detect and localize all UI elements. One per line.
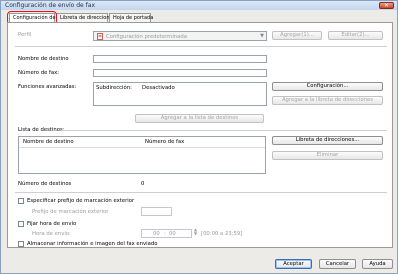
- destination-name-input[interactable]: [93, 55, 267, 63]
- profile-add-button[interactable]: Agregar(1)...: [272, 31, 322, 40]
- title-bar: Configuración de envío de fax ✕: [1, 1, 397, 10]
- send-time-minute: 00: [169, 231, 176, 237]
- destination-count-label: Número de destinos: [18, 181, 72, 187]
- send-time-checkbox-label: Fijar hora de envío: [27, 221, 77, 227]
- cancel-button[interactable]: Cancelar: [319, 259, 356, 269]
- tab-address-book[interactable]: Libreta de direcciones: [56, 13, 115, 22]
- header-divider: [19, 147, 265, 148]
- profile-select[interactable]: Configuración predeterminada ▼: [93, 31, 267, 41]
- delete-button[interactable]: Eliminar: [272, 151, 383, 160]
- advanced-summary: Subdirección: Desactivado: [93, 82, 267, 106]
- send-time-hour: 00: [153, 231, 160, 237]
- destination-list-label: Lista de destinos:: [18, 127, 65, 133]
- time-spinner-icon[interactable]: ▲ ▼: [194, 228, 197, 236]
- destination-name-label: Nombre de destino: [18, 56, 69, 62]
- send-time-checkbox[interactable]: [18, 221, 24, 227]
- prefix-field-label: Prefijo de marcación exterior: [32, 209, 109, 215]
- send-time-label: Hora de envío:: [32, 231, 71, 237]
- profile-label: Perfil: [18, 32, 32, 38]
- help-button[interactable]: Ayuda: [362, 259, 393, 269]
- profile-edit-button[interactable]: Editar(2)...: [328, 31, 383, 40]
- destination-count-value: 0: [141, 181, 145, 187]
- prefix-checkbox-label: Especificar prefijo de marcación exterio…: [27, 198, 135, 204]
- fax-number-label: Número de fax:: [18, 70, 60, 76]
- send-time-input[interactable]: 00 : 00: [141, 229, 192, 238]
- configuration-button[interactable]: Configuración...: [272, 82, 383, 91]
- window-title: Configuración de envío de fax: [5, 2, 95, 9]
- store-info-label: Almacenar información e imagen del fax e…: [27, 241, 158, 247]
- time-separator: :: [164, 231, 166, 237]
- document-icon: [97, 33, 103, 40]
- fax-settings-dialog: Configuración de envío de fax ✕ Configur…: [0, 0, 398, 274]
- column-header-fax[interactable]: Número de fax: [145, 139, 184, 145]
- subdireccion-value: Desactivado: [142, 85, 175, 91]
- add-to-address-book-button[interactable]: Agregar a la libreta de direcciones: [272, 96, 383, 105]
- divider: [15, 46, 387, 47]
- advanced-label: Funciones avanzadas:: [18, 84, 77, 90]
- prefix-input[interactable]: [141, 207, 172, 216]
- subdireccion-label: Subdirección:: [96, 85, 132, 91]
- fax-number-input[interactable]: [93, 69, 267, 77]
- accept-button[interactable]: Aceptar: [275, 259, 312, 269]
- tab-cover-page[interactable]: Hoja de portada: [109, 13, 153, 22]
- destination-list[interactable]: Nombre de destino Número de fax: [18, 136, 266, 174]
- close-button[interactable]: ✕: [379, 2, 394, 9]
- profile-value: Configuración predeterminada: [106, 34, 188, 40]
- divider: [15, 192, 387, 193]
- address-book-button[interactable]: Libreta de direcciones...: [272, 136, 383, 145]
- divider: [61, 130, 387, 131]
- prefix-checkbox[interactable]: [18, 198, 24, 204]
- store-info-checkbox[interactable]: [18, 241, 24, 247]
- send-time-range: [00:00 a 23:59]: [201, 231, 243, 237]
- column-header-name[interactable]: Nombre de destino: [23, 139, 74, 145]
- chevron-down-icon: ▼: [260, 33, 264, 39]
- add-to-destination-list-button[interactable]: Agregar a la lista de destinos: [135, 114, 264, 123]
